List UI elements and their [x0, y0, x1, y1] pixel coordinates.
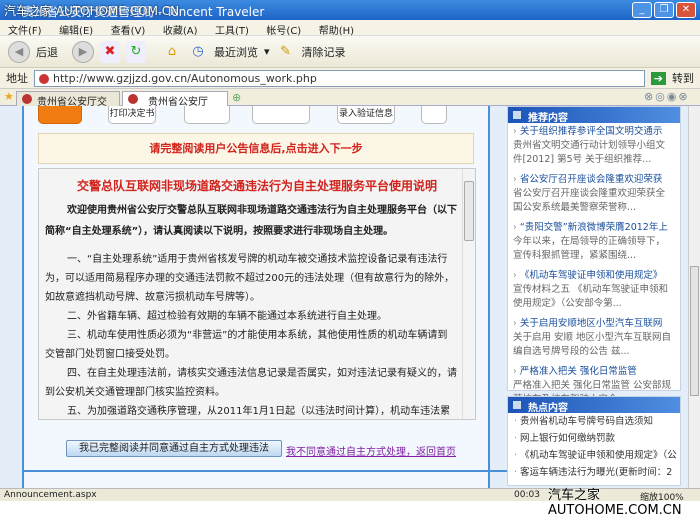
notice-banner: 请完整阅读用户公告信息后,点击进入下一步 [38, 133, 474, 164]
rule-item: 五、为加强道路交通秩序管理，从2011年1月1日起（以违法时间计算），机动车违法… [67, 406, 451, 417]
hot-item[interactable]: 《机动车驾驶证申领和使用规定》（公 [508, 447, 680, 464]
recent-dropdown-icon[interactable]: ▾ [264, 45, 270, 58]
hot-item[interactable]: 网上银行如何缴纳罚款 [508, 430, 680, 447]
scroll-thumb[interactable] [464, 181, 474, 241]
item-title[interactable]: 严格准入把关 强化日常监管 [513, 365, 674, 379]
stop-icon[interactable]: ✖ [100, 40, 120, 63]
favorites-star-icon[interactable]: ★ [4, 90, 14, 103]
menu-bar: 文件(F) 编辑(E) 查看(V) 收藏(A) 工具(T) 帐号(C) 帮助(H… [0, 20, 700, 37]
tab-2-active[interactable]: _贵州省公安厅交... × [122, 91, 228, 123]
step-4 [252, 106, 310, 124]
close-button[interactable]: ✕ [676, 2, 696, 18]
rules-textbox: 交警总队互联网非现场道路交通违法行为自主处理服务平台使用说明 欢迎使用贵州省公安… [38, 168, 476, 420]
rule-item: 一、“自主处理系统”适用于贵州省核发号牌的机动车被交通技术监控设备记录有违法行为… [45, 254, 455, 303]
step-6 [421, 106, 447, 124]
status-time: 00:03 [514, 490, 540, 500]
recommend-item[interactable]: 关于组织推荐参评全国文明交通示贵州省文明交通行动计划领导小组文件[2012] 第… [508, 123, 680, 171]
item-desc: 贵州省文明交通行动计划领导小组文件[2012] 第5号 关于组织推荐... [513, 140, 666, 165]
item-title[interactable]: 省公安厅召开座谈会隆重欢迎荣获 [513, 173, 674, 187]
rule-item: 二、外省籍车辆、超过检验有效期的车辆不能通过本系统进行自主处理。 [67, 311, 387, 322]
maximize-button[interactable]: ❐ [654, 2, 674, 18]
step-1 [38, 106, 82, 124]
recommend-item[interactable]: “贵阳交警”新浪微博荣膺2012年上今年以来，在局领导的正确领导下，宣传科狠抓管… [508, 219, 680, 267]
url-input[interactable]: http://www.gzjjzd.gov.cn/Autonomous_work… [34, 69, 645, 87]
watermark: 汽车之家 AUTOHOME.COM.CN [4, 4, 180, 18]
item-desc: 省公安厅召开座谈会隆重欢迎荣获全国公安系统最美警察荣誉称... [513, 188, 666, 213]
watermark: 汽车之家 AUTOHOME.COM.CN [548, 488, 682, 518]
agree-button[interactable]: 我已完整阅读并同意通过自主方式处理违法 [66, 440, 282, 457]
address-label: 地址 [6, 72, 28, 85]
recent-button[interactable]: 最近浏览 [214, 44, 258, 60]
item-title[interactable]: “贵阳交警”新浪微博荣膺2012年上 [513, 221, 674, 235]
step-2: 打印决定书 [108, 106, 156, 124]
item-desc: 关于启用 安顺 地区小型汽车互联网自编自选号牌号段的公告 兹... [513, 332, 672, 357]
rule-item: 四、在自主处理违法前，请核实交通违法信息记录是否属实，如对违法记录有疑义的，请到… [45, 368, 457, 398]
tab-1[interactable]: 贵州省公安厅交通管... [16, 91, 120, 123]
status-text: Announcement.aspx [4, 490, 97, 500]
hot-header: 热点内容 [508, 397, 680, 414]
clear-history-button[interactable]: 清除记录 [302, 44, 346, 60]
go-button[interactable]: 转到 [672, 70, 694, 86]
item-title[interactable]: 关于组织推荐参评全国文明交通示 [513, 125, 674, 139]
new-tab-icon[interactable]: ⊕ [232, 91, 241, 104]
rule-item: 三、机动车使用性质必须为“非营运”的才能使用本系统，其他使用性质的机动车辆请到交… [45, 330, 448, 360]
decline-link[interactable]: 我不同意通过自主方式处理，返回首页 [286, 443, 456, 458]
item-title[interactable]: 《机动车驾驶证申领和使用规定》 [513, 269, 674, 283]
divider [24, 470, 514, 472]
main-panel: 打印决定书 录入验证信息 请完整阅读用户公告信息后,点击进入下一步 交警总队互联… [22, 106, 514, 488]
recommend-item[interactable]: 省公安厅召开座谈会隆重欢迎荣获省公安厅召开座谈会隆重欢迎荣获全国公安系统最美警察… [508, 171, 680, 219]
recommend-box: 推荐内容 关于组织推荐参评全国文明交通示贵州省文明交通行动计划领导小组文件[20… [507, 106, 681, 405]
clear-icon: ✎ [280, 43, 291, 59]
address-bar: 地址 http://www.gzjjzd.gov.cn/Autonomous_w… [0, 68, 700, 89]
rules-scrollbar[interactable] [462, 169, 475, 419]
rules-intro: 欢迎使用贵州省公安厅交警总队互联网非现场道路交通违法行为自主处理服务平台（以下简… [45, 205, 457, 237]
tab-bar: ★ 贵州省公安厅交通管... _贵州省公安厅交... × ⊕ ⊗◎◉⊗ [0, 89, 700, 123]
item-desc: 今年以来，在局领导的正确领导下，宣传科狠抓管理，紧紧围绕... [513, 236, 666, 261]
go-icon[interactable]: ➔ [650, 71, 666, 85]
item-desc: 宣传材料之五 《机动车驾驶证申领和使用规定》（公安部令第... [513, 284, 669, 309]
back-button[interactable]: 后退 [36, 44, 58, 60]
recommend-item[interactable]: 关于启用安顺地区小型汽车互联网关于启用 安顺 地区小型汽车互联网自编自选号牌号段… [508, 315, 680, 363]
forward-icon[interactable]: ▶ [72, 40, 94, 63]
item-title[interactable]: 关于启用安顺地区小型汽车互联网 [513, 317, 674, 331]
step-3 [184, 106, 230, 124]
back-icon[interactable]: ◀ [8, 40, 30, 63]
home-icon[interactable]: ⌂ [162, 41, 182, 63]
step-5: 录入验证信息 [337, 106, 395, 124]
title-bar: 贵州省公安厅交通管理局 - Tencent Traveler 汽车之家 AUTO… [0, 0, 700, 20]
web-page: 打印决定书 录入验证信息 请完整阅读用户公告信息后,点击进入下一步 交警总队互联… [0, 106, 688, 488]
recommend-item[interactable]: 《机动车驾驶证申领和使用规定》宣传材料之五 《机动车驾驶证申领和使用规定》（公安… [508, 267, 680, 315]
minimize-button[interactable]: _ [632, 2, 652, 18]
recommend-header: 推荐内容 [508, 107, 680, 124]
recent-icon: ◷ [192, 43, 204, 59]
refresh-icon[interactable]: ↻ [126, 40, 146, 63]
hot-item[interactable]: 客运车辆违法行为曝光(更新时间：2 [508, 464, 680, 481]
rules-title: 交警总队互联网非现场道路交通违法行为自主处理服务平台使用说明 [76, 179, 437, 193]
toolbar: ◀ 后退 ▶ ✖ ↻ ⌂ ◷ 最近浏览 ▾ ✎ 清除记录 [0, 36, 700, 68]
page-scrollbar[interactable] [688, 106, 700, 488]
page-scroll-thumb[interactable] [690, 266, 699, 396]
tab-controls-icon[interactable]: ⊗◎◉⊗ [644, 90, 690, 103]
sidebar: 推荐内容 关于组织推荐参评全国文明交通示贵州省文明交通行动计划领导小组文件[20… [507, 106, 687, 488]
hot-item[interactable]: 贵州省机动车号牌号码自选须知 [508, 413, 680, 430]
hot-box: 热点内容 贵州省机动车号牌号码自选须知 网上银行如何缴纳罚款 《机动车驾驶证申领… [507, 396, 681, 486]
